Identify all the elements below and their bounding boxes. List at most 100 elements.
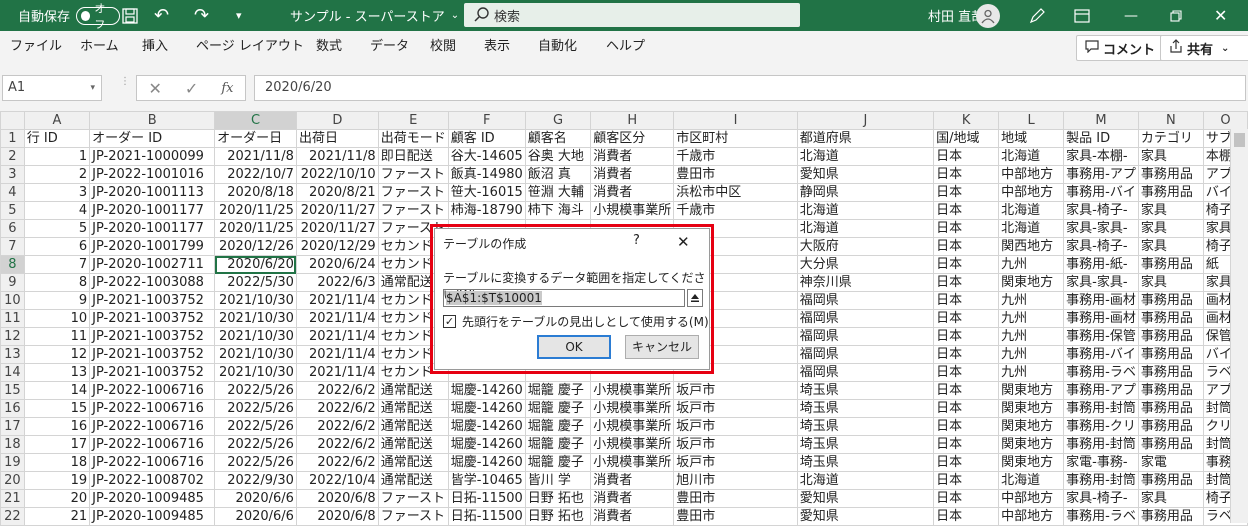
cell[interactable]: 静岡県 [796, 183, 935, 202]
cell[interactable]: 事務用品 [1137, 327, 1204, 346]
cell[interactable]: JP-2020-1001799 [89, 237, 216, 256]
cell[interactable]: 事務用-封筒 [1063, 399, 1139, 418]
cell[interactable]: 福岡県 [796, 327, 935, 346]
cell[interactable]: 2022/5/26 [214, 435, 297, 454]
cell[interactable]: 柿海-18790 [447, 201, 526, 220]
cell[interactable]: JP-2021-1003752 [89, 309, 216, 328]
cell[interactable]: 消費者 [590, 165, 675, 184]
cell[interactable]: 9 [23, 291, 91, 310]
cell[interactable]: 日本 [933, 219, 1000, 238]
cell[interactable]: JP-2020-1001113 [89, 183, 216, 202]
cell[interactable]: 堀籠 慶子 [524, 435, 592, 454]
cell[interactable]: 笹大-16015 [447, 183, 526, 202]
cell[interactable]: 事務用-保管 [1063, 327, 1139, 346]
cell[interactable]: 2022/5/30 [214, 273, 297, 292]
cell[interactable]: 顧客 ID [447, 129, 526, 148]
cell[interactable]: 事務用-紙- [1063, 255, 1139, 274]
cell[interactable]: 北海道 [796, 147, 935, 166]
column-header[interactable]: B [89, 111, 216, 130]
cell[interactable]: 2020/6/24 [295, 255, 379, 274]
cell[interactable]: 堀籠 慶子 [524, 417, 592, 436]
cell[interactable]: 日本 [933, 417, 1000, 436]
cell[interactable]: 神奈川県 [796, 273, 935, 292]
cell[interactable]: 九州 [998, 291, 1065, 310]
cell[interactable]: 福岡県 [796, 309, 935, 328]
cell[interactable]: 笹淵 大輔 [524, 183, 592, 202]
name-box[interactable]: A1 ▾ [2, 75, 102, 101]
row-header[interactable]: 20 [0, 471, 25, 490]
column-header[interactable]: O [1202, 111, 1248, 130]
cell[interactable]: 2022/9/30 [214, 471, 297, 490]
column-header[interactable]: G [524, 111, 592, 130]
cell[interactable]: JP-2021-1003752 [89, 327, 216, 346]
cell[interactable]: 2021/11/4 [295, 327, 379, 346]
confirm-entry-icon[interactable]: ✓ [185, 79, 198, 98]
cell[interactable]: 埼玉県 [796, 399, 935, 418]
cell[interactable]: 事務用-ラベ [1063, 363, 1139, 382]
cell[interactable]: 大阪府 [796, 237, 935, 256]
tab-help[interactable]: ヘルプ [606, 31, 645, 63]
help-icon[interactable]: ? [633, 233, 640, 248]
cell[interactable]: 事務用品 [1137, 345, 1204, 364]
search-box[interactable]: 検索 [464, 3, 800, 27]
cell[interactable]: 谷奥 大地 [524, 147, 592, 166]
cell[interactable]: 2021/11/4 [295, 345, 379, 364]
cell[interactable]: JP-2022-1006716 [89, 381, 216, 400]
cell[interactable]: 大分県 [796, 255, 935, 274]
close-icon[interactable]: ✕ [677, 233, 690, 251]
row-header-selected[interactable]: 8 [0, 255, 25, 274]
cell[interactable]: 中部地方 [998, 165, 1065, 184]
cell[interactable]: 事務用品 [1137, 471, 1204, 490]
cell[interactable]: 九州 [998, 309, 1065, 328]
row-header[interactable]: 5 [0, 201, 25, 220]
row-header[interactable]: 15 [0, 381, 25, 400]
cell[interactable]: 事務用品 [1137, 183, 1204, 202]
cell[interactable]: 事務用品 [1137, 435, 1204, 454]
cell[interactable]: 2021/11/8 [214, 147, 297, 166]
document-title[interactable]: サンプル - スーパーストア ⌄ [290, 0, 459, 31]
undo-icon[interactable]: ↶ [154, 0, 169, 31]
cell[interactable]: 2022/5/26 [214, 381, 297, 400]
cell[interactable]: 2020/11/25 [214, 201, 297, 220]
cell[interactable]: JP-2022-1006716 [89, 435, 216, 454]
insert-function-icon[interactable]: fx [221, 81, 233, 96]
cell[interactable]: 家電-事務- [1063, 453, 1139, 472]
cell[interactable]: 日本 [933, 273, 1000, 292]
vertical-scrollbar[interactable] [1230, 129, 1248, 523]
cell[interactable]: 日野 拓也 [524, 489, 592, 508]
cell[interactable]: 2021/11/4 [295, 363, 379, 382]
cell[interactable]: JP-2022-1001016 [89, 165, 216, 184]
header-checkbox[interactable]: ✓ [443, 315, 456, 328]
cell[interactable]: 家具-椅子- [1063, 201, 1139, 220]
row-header[interactable]: 7 [0, 237, 25, 256]
cell[interactable]: 8 [23, 273, 91, 292]
cell[interactable]: 福岡県 [796, 345, 935, 364]
cell[interactable]: 3 [23, 183, 91, 202]
cell[interactable]: 12 [23, 345, 91, 364]
cell[interactable]: 2020/12/26 [214, 237, 297, 256]
cell[interactable]: JP-2022-1006716 [89, 453, 216, 472]
cell[interactable]: 家具 [1137, 273, 1204, 292]
cell[interactable]: JP-2020-1002711 [89, 255, 216, 274]
cell[interactable]: 市区町村 [673, 129, 798, 148]
tab-data[interactable]: データ [370, 31, 409, 63]
cell[interactable]: 日拓-11500 [447, 489, 526, 508]
cell[interactable]: 小規模事業所 [590, 381, 675, 400]
cell[interactable]: 2022/6/2 [295, 417, 379, 436]
cell[interactable]: 日本 [933, 237, 1000, 256]
cell[interactable]: 堀籠 慶子 [524, 453, 592, 472]
row-header[interactable]: 16 [0, 399, 25, 418]
cell[interactable]: 埼玉県 [796, 417, 935, 436]
cell[interactable]: JP-2021-1003752 [89, 363, 216, 382]
cell[interactable]: 堀慶-14260 [447, 417, 526, 436]
cell[interactable]: 2020/6/8 [295, 489, 379, 508]
cell[interactable]: オーダー日 [214, 129, 297, 148]
cell[interactable]: 北海道 [998, 219, 1065, 238]
cell[interactable]: 九州 [998, 363, 1065, 382]
cell[interactable]: 日本 [933, 327, 1000, 346]
cell[interactable]: 事務用-バイ [1063, 345, 1139, 364]
comment-button[interactable]: コメント [1076, 35, 1170, 61]
cell[interactable]: 事務用-画材 [1063, 309, 1139, 328]
cell[interactable]: 2021/10/30 [214, 327, 297, 346]
cell[interactable]: 事務用品 [1137, 399, 1204, 418]
